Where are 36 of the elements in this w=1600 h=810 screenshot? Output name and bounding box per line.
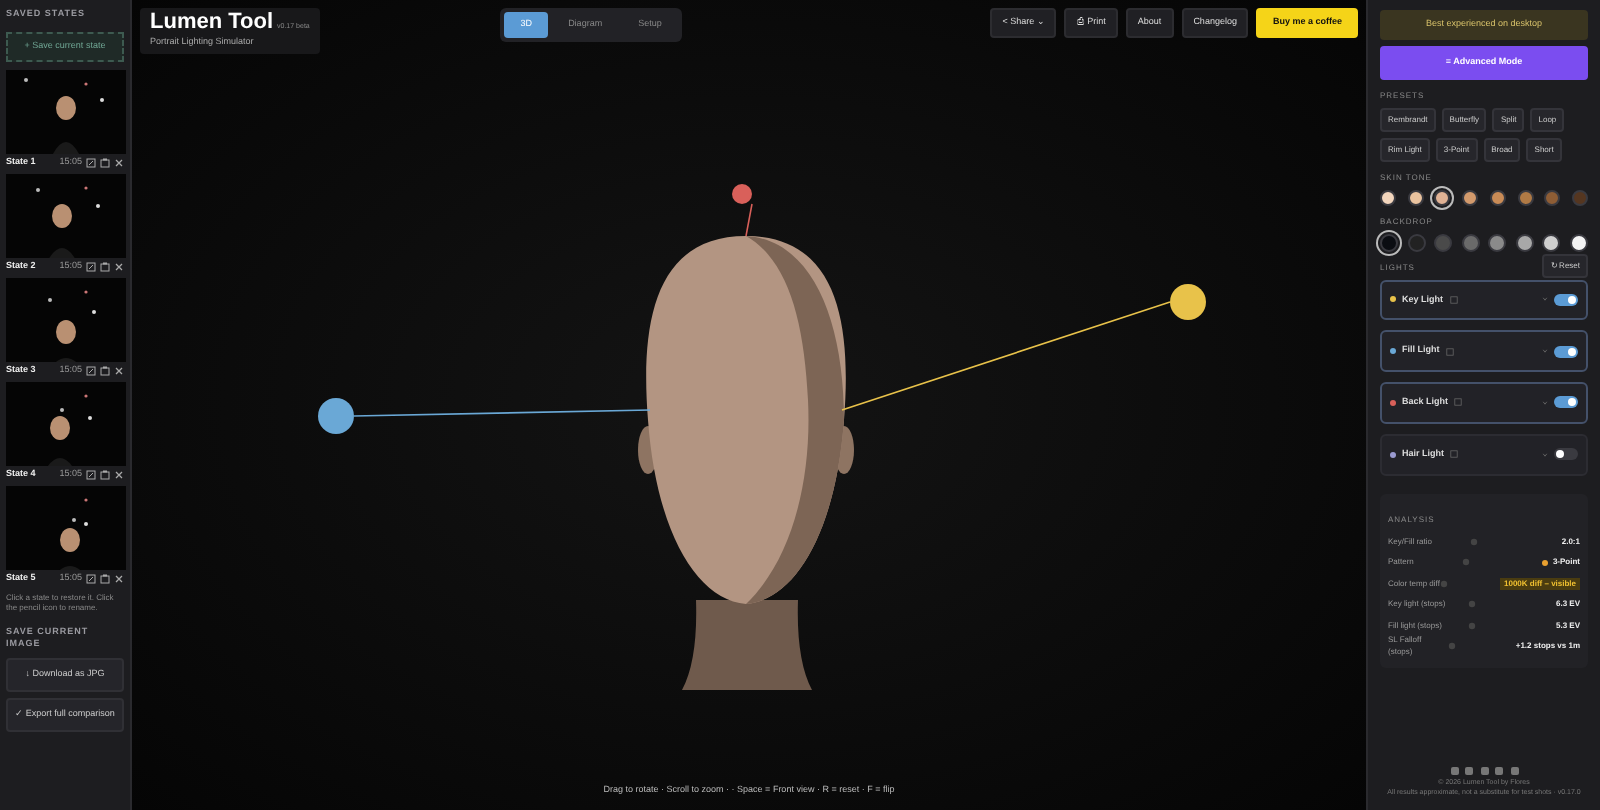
close-icon[interactable] xyxy=(114,573,124,583)
color-swatch[interactable] xyxy=(1489,189,1506,205)
close-icon[interactable] xyxy=(114,157,124,167)
color-swatch[interactable] xyxy=(1407,189,1424,205)
color-swatch[interactable] xyxy=(1569,233,1588,251)
color-swatch[interactable] xyxy=(1434,189,1451,205)
toggle-switch[interactable] xyxy=(1554,448,1578,461)
toggle-switch[interactable] xyxy=(1554,293,1578,306)
color-swatch[interactable] xyxy=(1544,189,1561,205)
toggle-switch[interactable] xyxy=(1554,396,1578,409)
light-handle[interactable] xyxy=(318,398,354,434)
color-swatch[interactable] xyxy=(1434,233,1453,251)
light-handle[interactable] xyxy=(732,184,752,204)
close-icon[interactable] xyxy=(114,469,124,479)
color-swatch[interactable] xyxy=(1380,189,1396,205)
color-swatch[interactable] xyxy=(1407,233,1426,251)
app-title: Lumen Tool xyxy=(150,10,274,34)
clipboard-icon[interactable] xyxy=(100,469,110,479)
clipboard-icon[interactable] xyxy=(100,365,110,375)
color-swatch[interactable] xyxy=(1380,233,1398,251)
clipboard-icon[interactable] xyxy=(100,261,110,271)
pattern-dot xyxy=(1542,559,1549,566)
color-swatch[interactable] xyxy=(1517,189,1534,205)
light-beam xyxy=(745,203,753,237)
color-swatch[interactable] xyxy=(1488,233,1507,251)
color-swatch[interactable] xyxy=(1571,189,1588,205)
color-swatch[interactable] xyxy=(1462,189,1479,205)
light-handle[interactable] xyxy=(1170,284,1206,320)
color-swatch[interactable] xyxy=(1542,233,1561,251)
close-icon[interactable] xyxy=(114,365,124,375)
color-swatch[interactable] xyxy=(1461,233,1480,251)
toggle-switch[interactable] xyxy=(1554,345,1578,358)
close-icon[interactable] xyxy=(114,261,124,271)
color-swatch[interactable] xyxy=(1515,233,1534,251)
clipboard-icon[interactable] xyxy=(100,573,110,583)
clipboard-icon[interactable] xyxy=(100,157,110,167)
